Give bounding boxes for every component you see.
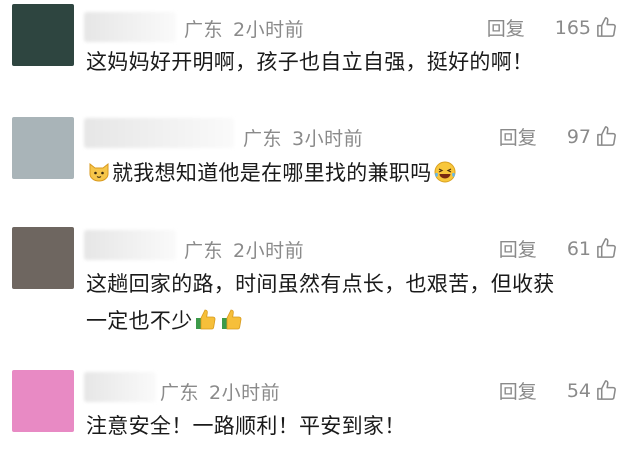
thumbs-up-icon — [195, 309, 215, 330]
comment-text-line: 就我想知道他是在哪里找的兼职吗 — [112, 161, 432, 185]
location-label: 广东 — [160, 382, 200, 404]
like-count: 165 — [554, 16, 591, 39]
thumbs-up-icon[interactable] — [595, 16, 618, 39]
reply-button[interactable]: 回复 — [499, 377, 537, 404]
thumbs-up-icon[interactable] — [595, 237, 618, 260]
location-label: 广东 — [184, 19, 224, 41]
thumbs-up-icon[interactable] — [595, 379, 618, 402]
avatar[interactable] — [12, 370, 74, 432]
comment-meta: 广东 2小时前 — [184, 15, 304, 42]
like-count: 61 — [566, 237, 591, 260]
comment-text-line: 这趟回家的路，时间虽然有点长，也艰苦，但收获 — [86, 272, 555, 296]
laughing-tears-icon — [434, 161, 455, 183]
comment-text: 这趟回家的路，时间虽然有点长，也艰苦，但收获 一定也不少 — [86, 266, 606, 340]
location-label: 广东 — [243, 128, 283, 150]
comment-meta: 广东 2小时前 — [160, 378, 280, 405]
comment-text-line: 这妈妈好开明啊，孩子也自立自强，挺好的啊！ — [86, 50, 534, 74]
comment-actions: 回复 61 — [499, 235, 618, 262]
comment-text-line-2: 一定也不少 — [86, 303, 606, 340]
timestamp: 2小时前 — [209, 382, 281, 404]
avatar[interactable] — [12, 117, 74, 179]
comment-meta: 广东 3小时前 — [243, 124, 363, 151]
thumbs-up-icon[interactable] — [595, 125, 618, 148]
username-blurred[interactable] — [84, 230, 176, 260]
cat-face-icon — [89, 162, 109, 182]
like-count: 97 — [566, 125, 591, 148]
timestamp: 2小时前 — [233, 19, 305, 41]
comment-text-line: 一定也不少 — [86, 309, 193, 333]
location-label: 广东 — [184, 240, 224, 262]
comment-text-line: 注意安全！一路顺利！平安到家！ — [86, 414, 406, 438]
thumbs-up-icon — [221, 309, 241, 330]
username-blurred[interactable] — [84, 372, 156, 402]
comment-text: 就我想知道他是在哪里找的兼职吗 — [86, 155, 606, 192]
username-blurred[interactable] — [84, 12, 176, 42]
comment-actions: 回复 165 — [487, 14, 618, 41]
timestamp: 3小时前 — [292, 128, 364, 150]
comment-text: 注意安全！一路顺利！平安到家！ — [86, 408, 606, 445]
comment-meta: 广东 2小时前 — [184, 236, 304, 263]
username-blurred[interactable] — [84, 118, 234, 148]
like-count: 54 — [566, 379, 591, 402]
reply-button[interactable]: 回复 — [487, 14, 525, 41]
comment-actions: 回复 97 — [499, 123, 618, 150]
reply-button[interactable]: 回复 — [499, 123, 537, 150]
reply-button[interactable]: 回复 — [499, 235, 537, 262]
avatar[interactable] — [12, 227, 74, 289]
comment-text: 这妈妈好开明啊，孩子也自立自强，挺好的啊！ — [86, 44, 606, 81]
comment-actions: 回复 54 — [499, 377, 618, 404]
timestamp: 2小时前 — [233, 240, 305, 262]
avatar[interactable] — [12, 4, 74, 66]
